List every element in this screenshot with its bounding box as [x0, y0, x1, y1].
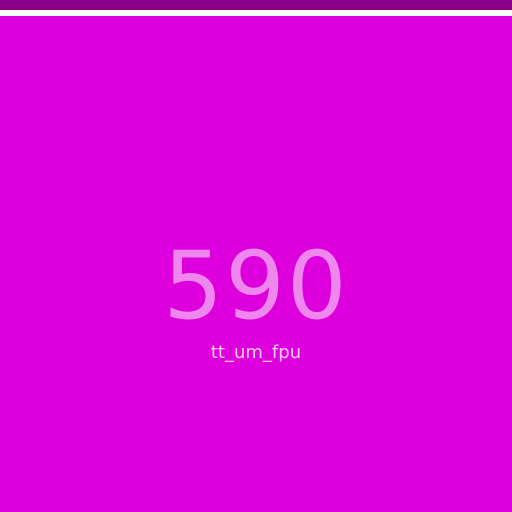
display-value: 590 [163, 232, 349, 341]
top-bar [0, 0, 512, 10]
app-screen: 590 tt_um_fpu [0, 0, 512, 512]
top-divider [0, 10, 512, 16]
value-display: 590 tt_um_fpu [0, 232, 512, 364]
display-label: tt_um_fpu [210, 342, 302, 363]
